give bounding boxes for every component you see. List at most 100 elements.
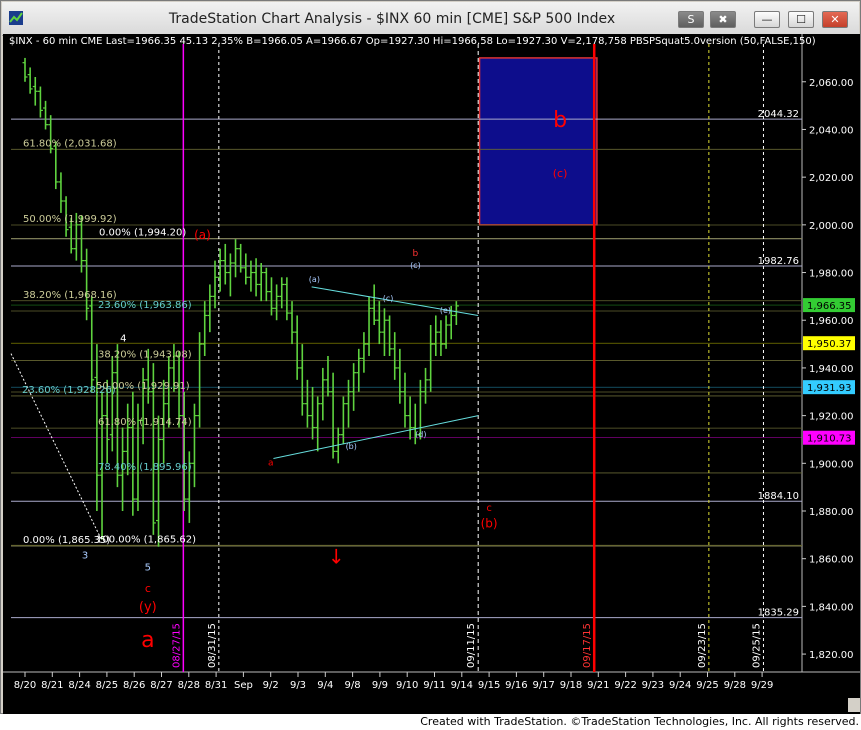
fib-label: 100.00% (1,865.62) <box>96 534 196 545</box>
last-price: Last=1966.35 <box>105 36 177 47</box>
volume: V=2,178,758 <box>560 36 627 47</box>
triangle-lower-line <box>273 415 479 460</box>
x-tick-label: 9/23 <box>642 680 664 691</box>
wave-label: (e) <box>440 306 451 315</box>
fib-label: 61.80% (1,914.74) <box>98 417 192 428</box>
low-price: Lo=1927.30 <box>496 36 558 47</box>
y-tick-label: 1,960.00 <box>809 316 854 327</box>
down-arrow-icon: ↓ <box>328 544 345 568</box>
x-tick-label: 9/4 <box>317 680 333 691</box>
y-tick-label: 1,840.00 <box>809 602 854 613</box>
maximize-button[interactable]: ☐ <box>788 11 814 28</box>
net-change: 45.13 <box>179 36 209 47</box>
y-tick-label: 2,000.00 <box>809 221 854 232</box>
x-tick-label: 9/8 <box>345 680 361 691</box>
x-tick-label: 8/24 <box>68 680 90 691</box>
price-tag-label: 1,966.35 <box>807 301 852 312</box>
x-tick-label: 8/27 <box>150 680 172 691</box>
price-tag-label: 1,910.73 <box>807 434 852 445</box>
ask-price: A=1966.67 <box>306 36 363 47</box>
target-box <box>478 57 598 226</box>
x-tick-label: 9/22 <box>614 680 636 691</box>
y-tick-label: 1,920.00 <box>809 412 854 423</box>
x-tick-label: 9/9 <box>372 680 388 691</box>
open-price: Op=1927.30 <box>365 36 430 47</box>
x-tick-label: 8/21 <box>41 680 63 691</box>
x-tick-label: 9/28 <box>724 680 746 691</box>
wave-label: (d) <box>415 430 426 439</box>
wave-label: (y) <box>139 600 157 615</box>
wave-label: (c) <box>553 167 568 180</box>
trend-line-dotted <box>10 353 102 540</box>
price-tag-label: 1,950.37 <box>807 339 852 350</box>
copyright-text: Created with TradeStation. ©TradeStation… <box>420 715 859 728</box>
footer: Created with TradeStation. ©TradeStation… <box>0 714 861 730</box>
x-tick-label: 8/31 <box>205 680 227 691</box>
x-tick-label: 9/16 <box>505 680 527 691</box>
x-tick-label: 9/21 <box>587 680 609 691</box>
x-tick-label: 9/10 <box>396 680 418 691</box>
wave-label: 5 <box>145 563 151 574</box>
window-title: TradeStation Chart Analysis - $INX 60 mi… <box>168 11 616 27</box>
date-line-label: 09/11/15 <box>466 623 477 668</box>
x-tick-label: 9/11 <box>423 680 445 691</box>
fib-label: 78.40% (1,895.96) <box>98 462 192 473</box>
y-tick-label: 1,980.00 <box>809 269 854 280</box>
wave-label: (b) <box>346 442 357 451</box>
wave-label: (a) <box>309 275 320 284</box>
x-tick-label: 8/20 <box>14 680 36 691</box>
x-tick-label: 9/18 <box>560 680 582 691</box>
x-tick-label: 9/14 <box>451 680 473 691</box>
date-line-label: 08/31/15 <box>207 623 218 668</box>
wave-label: (a) <box>194 228 211 242</box>
y-tick-label: 1,940.00 <box>809 364 854 375</box>
x-tick-label: 9/15 <box>478 680 500 691</box>
fib-label: 50.00% (1,929.91) <box>96 381 190 392</box>
wave-label: (b) <box>481 517 498 531</box>
x-tick-label: 9/25 <box>696 680 718 691</box>
date-line-label: 08/27/15 <box>171 623 182 668</box>
wave-label: (c) <box>383 294 394 303</box>
info-bar: $INX - 60 min CME Last=1966.35 45.13 2.3… <box>9 36 816 47</box>
wave-label: b <box>413 249 419 259</box>
title-bar[interactable]: TradeStation Chart Analysis - $INX 60 mi… <box>2 2 859 36</box>
x-tick-label: Sep <box>234 680 253 691</box>
wave-label: c <box>486 503 492 514</box>
y-tick-label: 2,060.00 <box>809 78 854 89</box>
y-tick-label: 1,900.00 <box>809 459 854 470</box>
y-tick-label: 2,020.00 <box>809 173 854 184</box>
percent-change: 2.35% <box>211 36 244 47</box>
wave-label: 4 <box>120 334 126 345</box>
y-tick-label: 2,040.00 <box>809 125 854 136</box>
y-tick-label: 1,880.00 <box>809 507 854 518</box>
study-label: PBSPSquat5.0version (50,FALSE,150) <box>629 36 816 47</box>
y-tick-label: 1,860.00 <box>809 555 854 566</box>
date-line-label: 09/25/15 <box>751 623 762 668</box>
high-price: Hi=1966.58 <box>432 36 493 47</box>
date-line-label: 09/17/15 <box>582 623 593 668</box>
wave-label: 3 <box>82 551 88 562</box>
y-tick-label: 1,820.00 <box>809 650 854 661</box>
wave-label: a <box>141 628 154 653</box>
wave-label: (c) <box>410 261 421 270</box>
data-window-button[interactable]: ✖ <box>710 11 736 28</box>
x-tick-label: 9/17 <box>532 680 554 691</box>
symbol-label: $INX - 60 min <box>9 36 78 47</box>
fib-label: 0.00% (1,994.20) <box>99 228 186 239</box>
price-chart[interactable]: 2044.321982.761884.101835.2908/27/15 08/3… <box>3 34 860 715</box>
chart-area[interactable]: 2044.32 1982.76 1884.10 1835.29 08/27/15 08/3… <box>3 34 860 715</box>
wave-label: a <box>268 459 274 469</box>
x-tick-label: 8/25 <box>96 680 118 691</box>
fib-label: 38.20% (1,943.08) <box>98 350 192 361</box>
x-tick-label: 9/2 <box>263 680 279 691</box>
symbol-link-button[interactable]: S <box>678 11 704 28</box>
x-tick-label: 9/3 <box>290 680 306 691</box>
close-button[interactable]: ✕ <box>822 11 848 28</box>
minimize-button[interactable]: — <box>754 11 780 28</box>
exchange-label: CME <box>80 36 103 47</box>
x-tick-label: 8/26 <box>123 680 145 691</box>
x-tick-label: 9/24 <box>669 680 691 691</box>
x-tick-label: 8/28 <box>178 680 200 691</box>
tradestation-window: TradeStation Chart Analysis - $INX 60 mi… <box>0 0 861 715</box>
fib-label: 23.60% (1,963.86) <box>98 300 192 311</box>
